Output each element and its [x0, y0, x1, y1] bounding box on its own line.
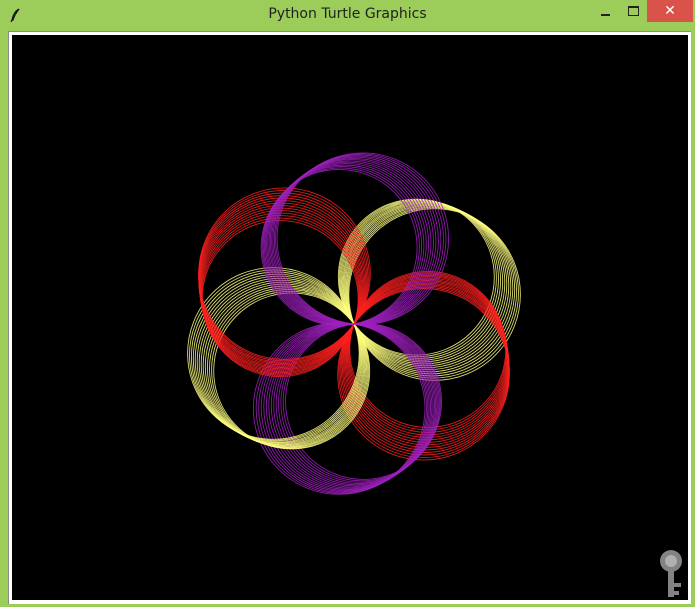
close-icon: ✕ [664, 3, 676, 19]
canvas-edge [688, 35, 691, 600]
close-button[interactable]: ✕ [647, 0, 693, 22]
key-watermark-icon [655, 547, 691, 603]
minimize-button[interactable] [591, 0, 619, 22]
turtle-window: Python Turtle Graphics ✕ [0, 0, 695, 606]
spirograph-drawing [187, 152, 521, 495]
title-bar[interactable]: Python Turtle Graphics ✕ [0, 0, 695, 31]
maximize-icon [627, 6, 639, 16]
client-area [8, 31, 691, 604]
maximize-button[interactable] [619, 0, 647, 22]
turtle-canvas[interactable] [12, 35, 688, 600]
minimize-icon [600, 14, 610, 16]
